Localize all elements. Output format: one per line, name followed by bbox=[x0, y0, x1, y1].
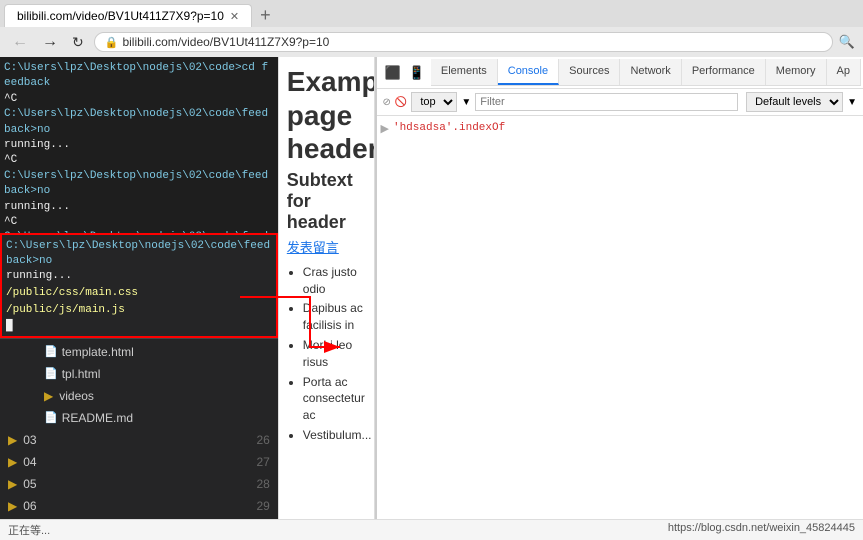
folder-icon: ▶ bbox=[8, 453, 17, 471]
tab-elements[interactable]: Elements bbox=[431, 59, 498, 85]
line-num: 29 bbox=[256, 497, 269, 515]
devtools-device-btn[interactable]: 📱 bbox=[407, 63, 427, 83]
dropdown-icon: ▼ bbox=[461, 97, 471, 108]
folder-icon: ▶ bbox=[8, 475, 17, 493]
new-tab-btn[interactable]: + bbox=[260, 5, 271, 26]
folder-name: videos bbox=[59, 387, 94, 405]
tree-item-06[interactable]: ▶ 06 29 bbox=[0, 495, 278, 517]
list-item: Vestibulum... bbox=[303, 427, 366, 444]
forward-btn[interactable]: → bbox=[38, 31, 62, 53]
terminal-line: running... bbox=[6, 269, 272, 284]
tree-item-05[interactable]: ▶ 05 28 bbox=[0, 473, 278, 495]
webpage-preview: Example page header Subtextforheader 发表留… bbox=[278, 57, 375, 519]
status-left: 正在等... bbox=[8, 522, 50, 538]
status-bar: 正在等... https://blog.csdn.net/weixin_4582… bbox=[0, 519, 863, 540]
file-name: README.md bbox=[62, 409, 133, 427]
list-item: Morbi leo risus bbox=[303, 337, 366, 371]
line-num: 27 bbox=[256, 453, 269, 471]
console-error-text: 'hdsadsa'.indexOf bbox=[393, 122, 505, 134]
terminal-prompt: C:\Users\lpz\Desktop\nodejs\02\code\feed… bbox=[6, 239, 272, 270]
terminal-line: ^C bbox=[4, 215, 274, 230]
folder-name: 03 bbox=[23, 431, 36, 449]
left-panel: C:\Users\lpz\Desktop\nodejs\02\code>cd f… bbox=[0, 57, 278, 519]
terminal-line: C:\Users\lpz\Desktop\nodejs\02\code>cd f… bbox=[4, 61, 274, 92]
devtools-tabs: Elements Console Sources Network Perform… bbox=[431, 59, 861, 86]
tab-network[interactable]: Network bbox=[620, 59, 681, 85]
tab-close-btn[interactable]: ✕ bbox=[230, 10, 239, 23]
tab-sources[interactable]: Sources bbox=[559, 59, 620, 85]
devtools-toolbar: ⊘ 🚫 top ▼ Default levels ▼ bbox=[377, 89, 863, 116]
browser-window: bilibili.com/video/BV1Ut411Z7X9?p=10 ✕ +… bbox=[0, 0, 863, 57]
context-selector[interactable]: top bbox=[411, 92, 457, 112]
tab-performance[interactable]: Performance bbox=[682, 59, 766, 85]
folder-name: 06 bbox=[23, 497, 36, 515]
expand-arrow[interactable]: ▶ bbox=[381, 122, 389, 136]
toolbar-ban: 🚫 bbox=[395, 97, 407, 108]
nav-bar: ← → ↻ 🔒 bilibili.com/video/BV1Ut411Z7X9?… bbox=[0, 27, 863, 57]
file-icon: 📄 bbox=[44, 344, 58, 361]
terminal-area[interactable]: C:\Users\lpz\Desktop\nodejs\02\code>cd f… bbox=[0, 57, 278, 233]
page-link[interactable]: 发表留言 bbox=[287, 237, 366, 256]
terminal-cursor: █ bbox=[6, 320, 272, 332]
page-subtitle: Subtextforheader bbox=[287, 170, 366, 233]
terminal-line: C:\Users\lpz\Desktop\nodejs\02\code\feed… bbox=[4, 107, 274, 138]
tree-item-template[interactable]: 📄 template.html bbox=[0, 341, 278, 363]
tree-item-tpl[interactable]: 📄 tpl.html bbox=[0, 363, 278, 385]
tab-memory[interactable]: Memory bbox=[766, 59, 827, 85]
console-filter-input[interactable] bbox=[475, 93, 738, 111]
file-item-css: /public/css/main.css bbox=[6, 285, 272, 303]
devtools-header: ⬛ 📱 Elements Console Sources Network Per… bbox=[377, 57, 863, 89]
list-item: Porta ac consectetur ac bbox=[303, 374, 366, 424]
console-entry: ▶ 'hdsadsa'.indexOf bbox=[381, 120, 859, 138]
terminal-line: C:\Users\lpz\Desktop\nodejs\02\code\feed… bbox=[4, 169, 274, 200]
terminal-line: ^C bbox=[4, 92, 274, 107]
devtools-header-icons: ⬛ 📱 bbox=[379, 61, 431, 85]
status-right: https://blog.csdn.net/weixin_45824445 bbox=[668, 522, 855, 538]
devtools-content[interactable]: ▶ 'hdsadsa'.indexOf bbox=[377, 116, 863, 519]
tree-item-readme[interactable]: 📄 README.md bbox=[0, 407, 278, 429]
folder-icon: ▶ bbox=[44, 387, 53, 405]
address-bar[interactable]: 🔒 bilibili.com/video/BV1Ut411Z7X9?p=10 bbox=[94, 32, 833, 52]
toolbar-circle: ⊘ bbox=[383, 97, 391, 108]
refresh-btn[interactable]: ↻ bbox=[68, 32, 88, 53]
file-tree: 📄 template.html 📄 tpl.html ▶ videos 📄 RE… bbox=[0, 338, 278, 519]
folder-name: 04 bbox=[23, 453, 36, 471]
folder-icon: ▶ bbox=[8, 497, 17, 515]
terminal-line: running... bbox=[4, 138, 274, 153]
line-num: 28 bbox=[256, 475, 269, 493]
tree-item-videos[interactable]: ▶ videos bbox=[0, 385, 278, 407]
file-icon: 📄 bbox=[44, 410, 58, 427]
file-name: tpl.html bbox=[62, 365, 101, 383]
main-row: C:\Users\lpz\Desktop\nodejs\02\code>cd f… bbox=[0, 57, 863, 519]
page-header-title: Example page header bbox=[287, 65, 366, 166]
active-tab[interactable]: bilibili.com/video/BV1Ut411Z7X9?p=10 ✕ bbox=[4, 4, 252, 27]
tab-console[interactable]: Console bbox=[498, 59, 559, 85]
folder-icon: ▶ bbox=[8, 431, 17, 449]
list-item: Dapibus ac facilisis in bbox=[303, 300, 366, 334]
file-icon: 📄 bbox=[44, 366, 58, 383]
tab-ap[interactable]: Ap bbox=[827, 59, 861, 85]
tab-title: bilibili.com/video/BV1Ut411Z7X9?p=10 bbox=[17, 9, 224, 23]
tree-item-04[interactable]: ▶ 04 27 bbox=[0, 451, 278, 473]
file-item-js: /public/js/main.js bbox=[6, 302, 272, 320]
tree-item-03[interactable]: ▶ 03 26 bbox=[0, 429, 278, 451]
folder-name: 05 bbox=[23, 475, 36, 493]
line-num: 26 bbox=[256, 431, 269, 449]
tab-bar: bilibili.com/video/BV1Ut411Z7X9?p=10 ✕ + bbox=[0, 0, 863, 27]
devtools-inspect-btn[interactable]: ⬛ bbox=[383, 63, 403, 83]
level-dropdown-icon: ▼ bbox=[847, 97, 857, 108]
file-name: template.html bbox=[62, 343, 134, 361]
file-list-area: C:\Users\lpz\Desktop\nodejs\02\code\feed… bbox=[0, 233, 278, 338]
address-text: bilibili.com/video/BV1Ut411Z7X9?p=10 bbox=[122, 35, 821, 49]
lock-icon: 🔒 bbox=[105, 36, 119, 49]
log-level-select[interactable]: Default levels bbox=[746, 92, 843, 112]
list-item: Cras justo odio bbox=[303, 264, 366, 298]
page-list: Cras justo odio Dapibus ac facilisis in … bbox=[287, 264, 366, 444]
search-icon[interactable]: 🔍 bbox=[839, 34, 855, 50]
back-btn[interactable]: ← bbox=[8, 31, 32, 53]
terminal-line: ^C bbox=[4, 153, 274, 168]
devtools-panel: ⬛ 📱 Elements Console Sources Network Per… bbox=[375, 57, 863, 519]
terminal-line: running... bbox=[4, 200, 274, 215]
